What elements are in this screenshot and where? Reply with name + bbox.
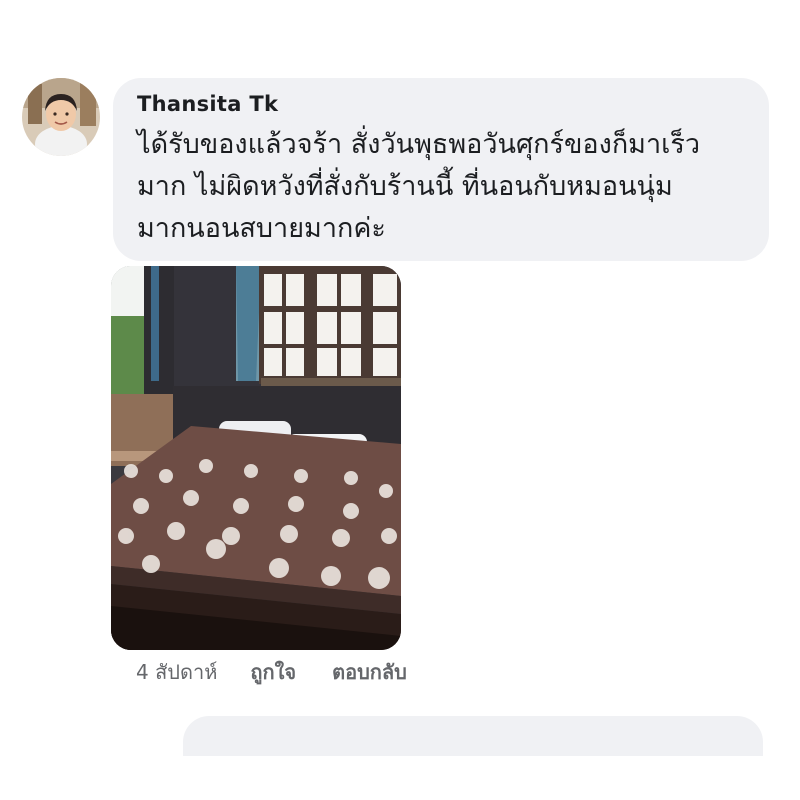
comment-author[interactable]: Thansita Tk [137,90,749,118]
like-button[interactable]: ถูกใจ [250,658,296,686]
next-comment-bubble [183,716,763,756]
reply-button[interactable]: ตอบกลับ [332,658,407,686]
avatar[interactable] [22,78,100,156]
comment-actions: 4 สัปดาห์ ถูกใจ ตอบกลับ [136,658,443,686]
comment-bubble: Thansita Tk ได้รับของแล้วจร้า สั่งวันพุธ… [113,78,769,261]
comment-timestamp[interactable]: 4 สัปดาห์ [136,658,217,686]
comment-photo[interactable] [111,266,401,650]
comment-text: ได้รับของแล้วจร้า สั่งวันพุธพอวันศุกร์ขอ… [137,129,701,244]
